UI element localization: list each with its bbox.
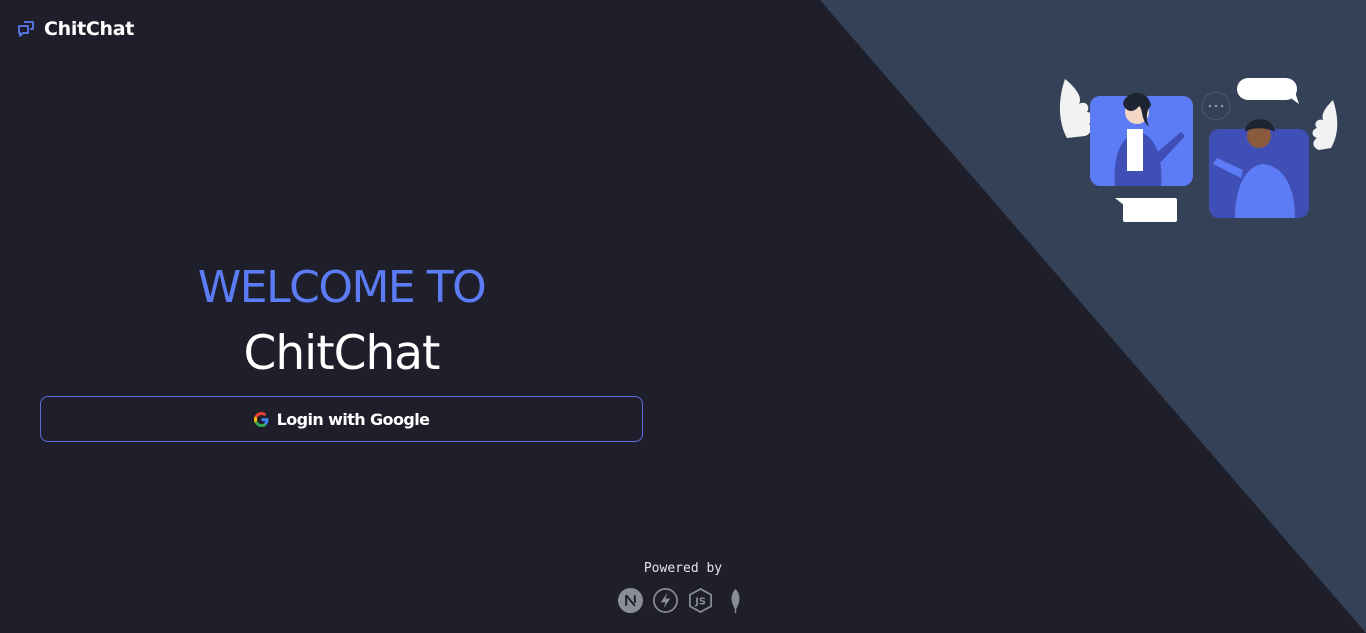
chat-bubbles-icon (18, 21, 34, 37)
hero-section: WELCOME TO ChitChat (40, 258, 643, 387)
svg-text:JS: JS (694, 596, 706, 607)
welcome-heading: WELCOME TO (197, 262, 487, 313)
footer: Powered by JS (583, 561, 783, 614)
brand-name: ChitChat (44, 18, 135, 40)
login-with-google-button[interactable]: Login with Google (40, 396, 643, 442)
brand-logo[interactable]: ChitChat (16, 18, 134, 40)
chat-illustration (1055, 74, 1340, 224)
socketio-icon (653, 588, 678, 613)
app-title: ChitChat (243, 326, 441, 381)
powered-by-text: Powered by (643, 561, 723, 576)
mongodb-icon (731, 588, 740, 614)
nextjs-icon (617, 587, 644, 614)
login-button-label: Login with Google (276, 409, 430, 429)
nodejs-icon: JS (689, 587, 712, 614)
tech-icons: JS (583, 587, 783, 614)
google-icon (253, 411, 269, 427)
